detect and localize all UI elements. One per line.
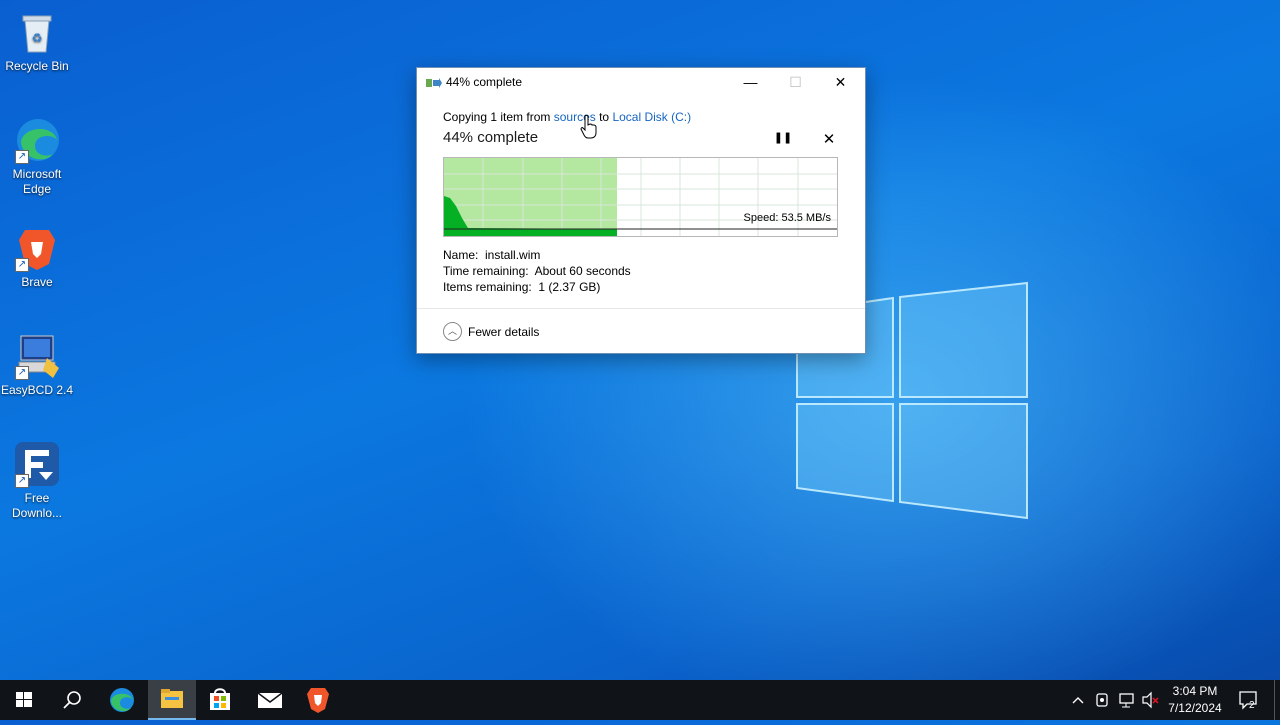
fewer-details-button[interactable]: ︿ Fewer details bbox=[443, 322, 539, 341]
minimize-icon: — bbox=[743, 74, 758, 90]
store-icon bbox=[210, 688, 230, 710]
desktop-icon-label: Brave bbox=[21, 275, 53, 289]
search-button[interactable] bbox=[48, 680, 96, 720]
search-icon bbox=[63, 691, 81, 709]
dialog-titlebar[interactable]: 44% complete — ☐ ✕ bbox=[417, 68, 865, 97]
detail-items-row: Items remaining: 1 (2.37 GB) bbox=[443, 280, 600, 294]
copy-files-icon bbox=[426, 78, 442, 88]
shortcut-arrow-icon: ↗ bbox=[15, 366, 29, 380]
shortcut-arrow-icon: ↗ bbox=[15, 150, 29, 164]
clock-date: 7/12/2024 bbox=[1168, 701, 1222, 715]
network-button[interactable] bbox=[1116, 680, 1138, 720]
progress-fill bbox=[444, 158, 617, 236]
volume-button[interactable] bbox=[1140, 680, 1162, 720]
easybcd-icon: ↗ bbox=[13, 332, 61, 380]
pause-icon: ❚❚ bbox=[773, 132, 793, 144]
desktop-icon-label: Recycle Bin bbox=[5, 59, 69, 73]
close-button[interactable]: ✕ bbox=[818, 68, 863, 97]
desktop-icon-label: Microsoft Edge bbox=[12, 167, 62, 196]
meet-now-button[interactable] bbox=[1092, 680, 1114, 720]
detail-label: Name: bbox=[443, 248, 479, 262]
clock-time: 3:04 PM bbox=[1172, 684, 1218, 698]
desktop-icon-brave[interactable]: ↗ Brave bbox=[0, 224, 74, 290]
shortcut-arrow-icon: ↗ bbox=[15, 258, 29, 272]
copy-description: Copying 1 item from sources to Local Dis… bbox=[443, 110, 691, 124]
file-explorer-icon bbox=[161, 689, 183, 708]
brave-icon bbox=[307, 688, 329, 713]
maximize-icon: ☐ bbox=[789, 74, 802, 90]
detail-label: Items remaining: bbox=[443, 280, 532, 294]
percent-complete-heading: 44% complete bbox=[443, 129, 539, 146]
transfer-speed-graph: Speed: 53.5 MB/s bbox=[443, 157, 838, 237]
desktop-icon-edge[interactable]: ↗ Microsoft Edge bbox=[0, 116, 74, 197]
edge-icon bbox=[110, 688, 134, 712]
minimize-button[interactable]: — bbox=[728, 68, 773, 97]
desktop-icon-label: Free Downlo... bbox=[11, 491, 63, 520]
mail-icon bbox=[257, 692, 283, 708]
hand-pointer-icon bbox=[580, 115, 597, 139]
volume-muted-icon bbox=[1142, 691, 1159, 709]
start-icon bbox=[16, 692, 32, 707]
notification-count-badge: 2 bbox=[1249, 700, 1255, 711]
divider bbox=[417, 308, 865, 309]
cancel-copy-button[interactable]: ✕ bbox=[819, 130, 839, 148]
brave-lion-icon: ↗ bbox=[13, 224, 61, 272]
desktop-icon-free-download[interactable]: ↗ Free Downlo... bbox=[0, 440, 74, 521]
copy-to-text: to bbox=[595, 110, 613, 124]
free-download-manager-icon: ↗ bbox=[13, 440, 61, 488]
dialog-title: 44% complete bbox=[446, 75, 523, 89]
taskbar-clock[interactable]: 3:04 PM 7/12/2024 bbox=[1160, 683, 1230, 717]
taskbar-edge[interactable] bbox=[98, 680, 146, 720]
detail-name-row: Name: install.wim bbox=[443, 248, 540, 262]
fewer-details-label: Fewer details bbox=[468, 324, 540, 339]
svg-text:♻: ♻ bbox=[32, 31, 43, 45]
close-icon: ✕ bbox=[822, 131, 836, 148]
desktop-icon-recycle-bin[interactable]: ♻ Recycle Bin bbox=[0, 8, 74, 74]
detail-label: Time remaining: bbox=[443, 264, 529, 278]
speed-graph-canvas bbox=[444, 158, 837, 236]
network-icon bbox=[1119, 693, 1134, 708]
show-hidden-icons-button[interactable] bbox=[1068, 680, 1088, 720]
desktop-icon-easybcd[interactable]: ↗ EasyBCD 2.4 bbox=[0, 332, 74, 398]
detail-time-row: Time remaining: About 60 seconds bbox=[443, 264, 631, 278]
chevron-up-icon: ︿ bbox=[443, 322, 462, 341]
close-icon: ✕ bbox=[834, 74, 847, 90]
action-center-button[interactable]: 2 bbox=[1236, 680, 1262, 720]
taskbar-file-explorer[interactable] bbox=[148, 680, 196, 720]
webcam-icon bbox=[1096, 693, 1108, 707]
edge-icon: ↗ bbox=[13, 116, 61, 164]
taskbar-store[interactable] bbox=[196, 680, 244, 720]
start-button[interactable] bbox=[0, 680, 48, 720]
pause-button[interactable]: ❚❚ bbox=[773, 131, 793, 147]
taskbar-brave[interactable] bbox=[294, 680, 342, 720]
taskbar-mail[interactable] bbox=[246, 680, 294, 720]
shortcut-arrow-icon: ↗ bbox=[15, 474, 29, 488]
speed-label: Speed: 53.5 MB/s bbox=[743, 212, 831, 224]
show-desktop-button[interactable] bbox=[1274, 680, 1280, 720]
destination-link[interactable]: Local Disk (C:) bbox=[612, 110, 691, 124]
file-copy-dialog: 44% complete — ☐ ✕ Copying 1 item from s… bbox=[416, 67, 866, 354]
chevron-up-icon bbox=[1072, 697, 1084, 704]
detail-value: install.wim bbox=[485, 248, 541, 262]
desktop-icon-label: EasyBCD 2.4 bbox=[0, 383, 74, 397]
taskbar: 3:04 PM 7/12/2024 2 bbox=[0, 680, 1280, 720]
maximize-button: ☐ bbox=[773, 68, 818, 97]
detail-value: About 60 seconds bbox=[534, 264, 631, 278]
recycle-bin-icon: ♻ bbox=[13, 8, 61, 56]
detail-value: 1 (2.37 GB) bbox=[538, 280, 601, 294]
copy-prefix-text: Copying 1 item from bbox=[443, 110, 554, 124]
